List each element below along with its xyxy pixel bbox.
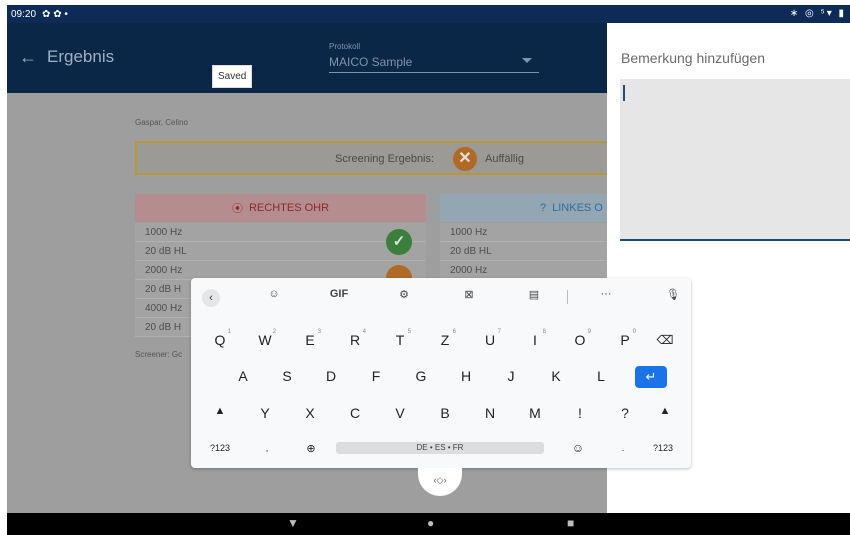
left-ear-title: LINKES O [552, 202, 603, 214]
shift-icon[interactable]: ▲ [653, 405, 677, 417]
key-o[interactable]: O9 [568, 329, 592, 348]
recents-square-icon[interactable]: ■ [567, 516, 574, 530]
key-h[interactable]: H [454, 368, 478, 384]
key-j[interactable]: J [499, 368, 523, 384]
screener-label: Screener: Gc [135, 350, 183, 359]
key-l[interactable]: L [589, 368, 613, 384]
sticker-icon[interactable]: ☺ [264, 288, 284, 300]
key-r[interactable]: R4 [343, 329, 367, 348]
protocol-select[interactable]: MAICO Sample [329, 55, 539, 73]
device-screen: 09:20 ✿ ✿ • ∗ ◎ ⁵▾ ▮ ← Ergebnis Protokol… [7, 5, 850, 535]
keyboard-toolbar: ‹ ☺ GIF ⚙ ⊠ ▤ ··· 🎙 [191, 278, 691, 316]
result-row: 20 dB HL [440, 242, 620, 261]
text-cursor [623, 85, 625, 101]
key-m[interactable]: M [523, 405, 547, 421]
status-notification-icons: ✿ ✿ • [42, 8, 68, 20]
key-t[interactable]: T5 [388, 329, 412, 348]
key-q[interactable]: Q1 [208, 329, 232, 348]
key-y[interactable]: Y [253, 405, 277, 421]
key-comma[interactable]: , [255, 443, 279, 453]
backspace-icon[interactable]: ⌫ [653, 333, 677, 347]
right-ear-header: ⦿ RECHTES OHR [135, 194, 426, 222]
pass-check-icon: ✓ [386, 229, 412, 255]
clipboard-icon[interactable]: ▤ [524, 288, 544, 301]
key-question[interactable]: ? [613, 405, 637, 421]
arrow-left-icon[interactable]: ← [19, 47, 37, 68]
more-options-button[interactable]: ··· [596, 288, 616, 300]
left-ear-results: 1000 Hz 20 dB HL 2000 Hz [440, 223, 620, 280]
ear-icon: ? [540, 202, 547, 214]
key-k[interactable]: K [544, 368, 568, 384]
key-w[interactable]: W2 [253, 329, 277, 348]
key-g[interactable]: G [409, 368, 433, 384]
key-p[interactable]: P0 [613, 329, 637, 348]
right-ear-title: RECHTES OHR [248, 202, 330, 214]
protocol-label: Protokoll [329, 42, 361, 51]
key-c[interactable]: C [343, 405, 367, 421]
remark-input[interactable] [620, 79, 850, 241]
result-row: 20 dB HL [135, 242, 426, 261]
chevron-left-icon[interactable]: ‹ [202, 289, 220, 307]
shift-icon[interactable]: ▲ [208, 405, 232, 417]
navigation-bar: ▼ ● ■ [7, 513, 850, 535]
result-row: 1000 Hz [440, 223, 620, 242]
back-triangle-icon[interactable]: ▼ [287, 516, 299, 530]
on-screen-keyboard: ‹ ☺ GIF ⚙ ⊠ ▤ ··· 🎙 Q1 W2 E3 R4 T5 Z6 U7… [191, 278, 691, 468]
enter-icon[interactable]: ↵ [635, 366, 667, 388]
key-f[interactable]: F [364, 368, 388, 384]
symbols-key[interactable]: ?123 [203, 443, 237, 453]
ear-icon: ⦿ [231, 203, 243, 215]
status-bar: 09:20 ✿ ✿ • ∗ ◎ ⁵▾ ▮ [7, 5, 850, 23]
key-d[interactable]: D [319, 368, 343, 384]
key-exclamation[interactable]: ! [568, 405, 592, 421]
left-ear-header: ? LINKES O [440, 194, 620, 222]
key-u[interactable]: U7 [478, 329, 502, 348]
screening-label: Screening Ergebnis: [335, 153, 435, 165]
chevron-down-icon[interactable] [522, 58, 532, 63]
fail-x-icon: ✕ [453, 147, 477, 171]
key-s[interactable]: S [275, 368, 299, 384]
status-system-icons: ∗ ◎ ⁵▾ ▮ [789, 8, 846, 19]
gear-icon[interactable]: ⚙ [394, 288, 414, 301]
patient-name: Gaspar, Celino [135, 118, 188, 127]
translate-off-icon[interactable]: ⊠ [459, 288, 479, 301]
screening-result-box: Screening Ergebnis: ✕ Auffällig [135, 141, 615, 175]
dialog-title: Bemerkung hinzufügen [621, 50, 765, 66]
microphone-icon[interactable]: 🎙 [663, 288, 683, 301]
key-z[interactable]: Z6 [433, 329, 457, 348]
gif-button[interactable]: GIF [329, 288, 349, 300]
result-row: 1000 Hz [135, 223, 426, 242]
emoji-icon[interactable]: ☺ [566, 441, 590, 455]
space-bar[interactable]: DE • ES • FR [336, 442, 544, 454]
keyboard-move-handle-icon[interactable]: ‹◇› [418, 468, 462, 496]
key-b[interactable]: B [433, 405, 457, 421]
toolbar-divider [567, 290, 568, 304]
key-v[interactable]: V [388, 405, 412, 421]
globe-icon[interactable]: ⊕ [299, 442, 323, 455]
key-x[interactable]: X [298, 405, 322, 421]
key-period[interactable]: . [611, 443, 635, 453]
key-i[interactable]: I8 [523, 329, 547, 348]
screening-value: Auffällig [485, 153, 524, 165]
status-time: 09:20 [11, 8, 37, 20]
key-n[interactable]: N [478, 405, 502, 421]
key-e[interactable]: E3 [298, 329, 322, 348]
symbols-key-right[interactable]: ?123 [646, 443, 680, 453]
page-title: Ergebnis [47, 47, 115, 66]
saved-toast: Saved [212, 65, 253, 88]
home-circle-icon[interactable]: ● [427, 516, 434, 530]
key-a[interactable]: A [231, 368, 255, 384]
